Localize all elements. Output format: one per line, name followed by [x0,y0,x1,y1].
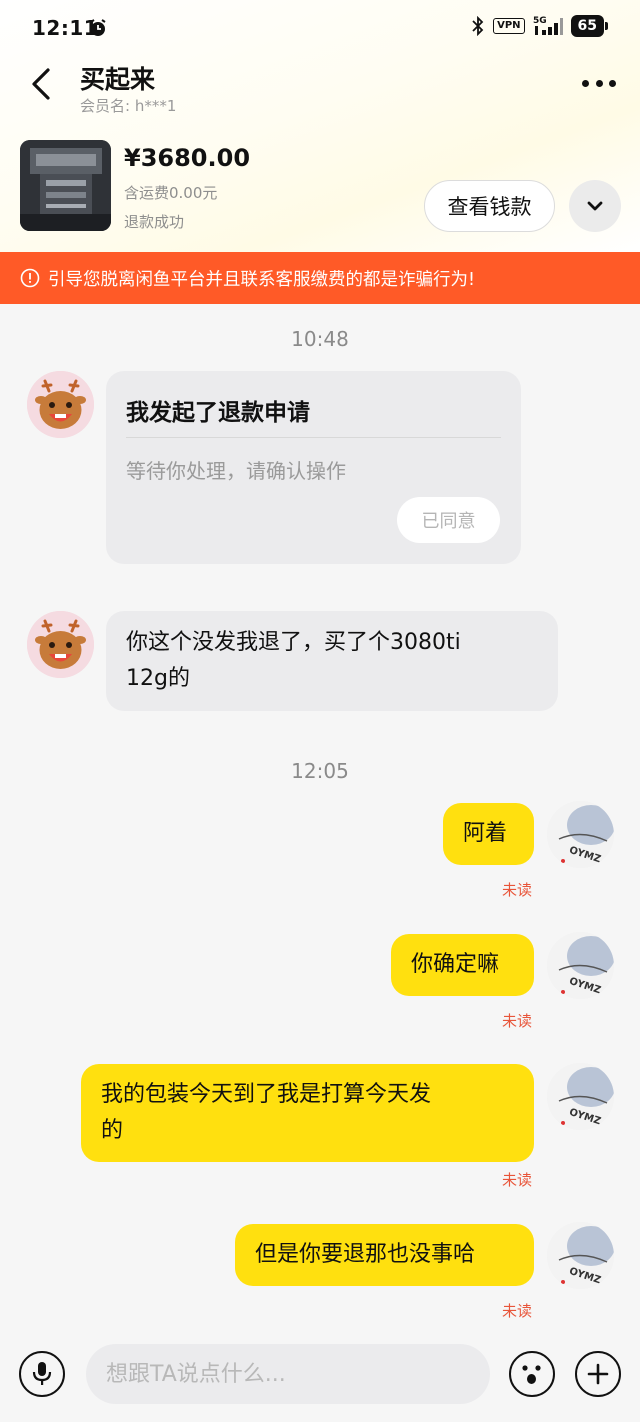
deer-avatar[interactable] [27,371,94,438]
timestamp-2: 12:05 [291,759,349,783]
message-line: 的 [101,1118,124,1143]
status-bar: 12:11 VPN 5G 65 [0,0,640,58]
fraud-warning-banner: 引导您脱离闲鱼平台并且联系客服缴费的都是诈骗行为! [0,252,640,304]
product-thumbnail[interactable] [20,140,111,231]
back-icon[interactable] [26,66,56,102]
outgoing-message[interactable]: 你确定嘛 [391,934,534,996]
user-avatar[interactable]: OYMZ [547,1222,614,1289]
unread-status: 未读 [502,1171,533,1189]
agreed-button[interactable]: 已同意 [397,497,500,543]
divider [126,437,501,438]
message-line: 我的包装今天到了我是打算今天发 [101,1082,432,1107]
message-line: 但是你要退那也没事哈 [255,1242,476,1267]
message-input[interactable] [86,1344,490,1404]
message-line: 你确定嘛 [411,952,500,977]
unread-status: 未读 [502,1012,533,1030]
mic-icon [32,1362,52,1385]
order-status: 退款成功 [124,213,185,231]
emoji-icon[interactable] [509,1351,555,1397]
chevron-down-icon [587,201,603,211]
outgoing-message[interactable]: 但是你要退那也没事哈 [235,1224,534,1286]
alarm-icon [90,19,106,36]
view-money-button[interactable]: 查看钱款 [424,180,555,232]
unread-status: 未读 [502,881,533,899]
user-avatar[interactable]: OYMZ [547,801,614,868]
warning-icon [20,268,40,288]
member-name: 会员名: h***1 [80,97,177,115]
message-line: 你这个没发我退了，买了个3080ti [126,630,461,655]
product-price: ¥3680.00 [124,144,251,172]
product-image [20,140,111,231]
unread-status: 未读 [502,1302,533,1320]
outgoing-message[interactable]: 阿着 [443,803,534,865]
outgoing-message[interactable]: 我的包装今天到了我是打算今天发 的 [81,1064,534,1162]
voice-button[interactable] [19,1351,65,1397]
incoming-message[interactable]: 你这个没发我退了，买了个3080ti 12g的 [106,611,558,711]
plus-icon[interactable] [575,1351,621,1397]
timestamp-1: 10:48 [291,327,349,351]
vpn-badge: VPN [493,18,525,34]
network-label: 5G [533,16,547,26]
input-bar [0,1330,640,1422]
refund-card-desc: 等待你处理，请确认操作 [126,459,346,483]
warning-text: 引导您脱离闲鱼平台并且联系客服缴费的都是诈骗行为! [48,269,476,290]
expand-button[interactable] [569,180,621,232]
chat-title[interactable]: 买起来 [80,60,155,96]
refund-card-title: 我发起了退款申请 [126,400,310,426]
user-avatar[interactable]: OYMZ [547,932,614,999]
bluetooth-icon [472,16,484,36]
user-avatar[interactable]: OYMZ [547,1063,614,1130]
signal-icon: 5G [533,16,563,35]
deer-avatar[interactable] [27,611,94,678]
message-line: 12g的 [126,666,190,691]
more-icon[interactable] [582,76,616,90]
message-line: 阿着 [463,821,508,846]
refund-request-card[interactable]: 我发起了退款申请 等待你处理，请确认操作 已同意 [106,371,521,564]
battery-icon: 65 [570,15,609,37]
shipping-fee: 含运费0.00元 [124,184,218,202]
